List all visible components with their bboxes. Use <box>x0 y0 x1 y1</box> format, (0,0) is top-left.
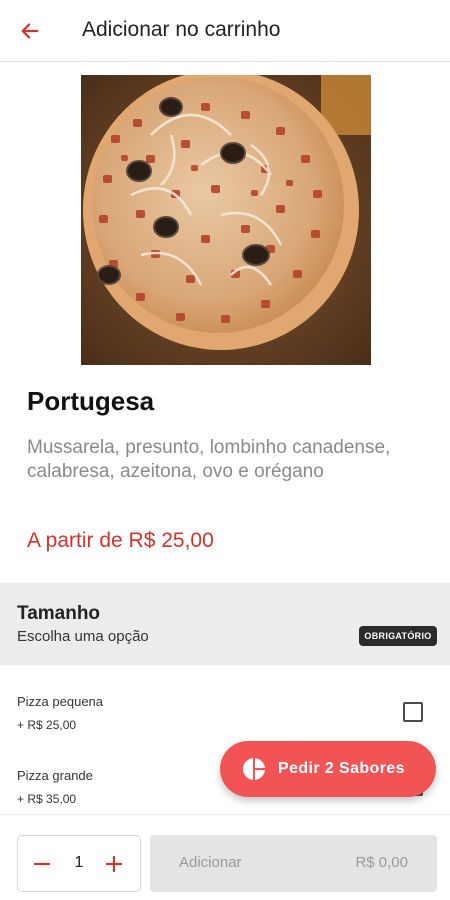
option-price: + R$ 25,00 <box>17 718 77 732</box>
required-badge: OBRIGATÓRIO <box>359 626 437 646</box>
product-description: Mussarela, presunto, lombinho canadense,… <box>27 437 391 482</box>
back-button[interactable] <box>16 17 44 45</box>
option-checkbox[interactable] <box>403 702 423 722</box>
option-price: + R$ 35,00 <box>17 792 77 806</box>
option-name: Pizza pequena <box>17 694 104 709</box>
pedir-2-sabores-button[interactable]: Pedir 2 Sabores <box>220 741 436 797</box>
size-section-header: Tamanho Escolha uma opção OBRIGATÓRIO <box>0 583 450 665</box>
page-title: Adicionar no carrinho <box>82 18 281 41</box>
arrow-left-icon <box>21 23 39 39</box>
section-title: Tamanho <box>17 603 101 624</box>
quantity-stepper: 1 <box>17 835 141 892</box>
half-pizza-icon <box>242 757 266 781</box>
bottom-bar: 1 Adicionar R$ 0,00 <box>0 814 450 900</box>
option-name: Pizza grande <box>17 768 93 783</box>
section-subtitle: Escolha uma opção <box>17 628 149 645</box>
increase-button[interactable] <box>100 850 128 878</box>
product-price: A partir de R$ 25,00 <box>27 529 214 552</box>
fab-label: Pedir 2 Sabores <box>278 760 405 777</box>
product-name: Portugesa <box>27 386 155 416</box>
app-header: Adicionar no carrinho <box>0 0 450 62</box>
decrease-button[interactable] <box>28 850 56 878</box>
add-to-cart-button[interactable]: Adicionar R$ 0,00 <box>150 835 437 892</box>
quantity-value: 1 <box>74 854 84 871</box>
add-button-label: Adicionar <box>179 854 242 871</box>
add-button-total: R$ 0,00 <box>355 854 408 871</box>
plus-icon <box>105 855 123 873</box>
product-image <box>81 75 371 365</box>
minus-icon <box>33 862 51 866</box>
